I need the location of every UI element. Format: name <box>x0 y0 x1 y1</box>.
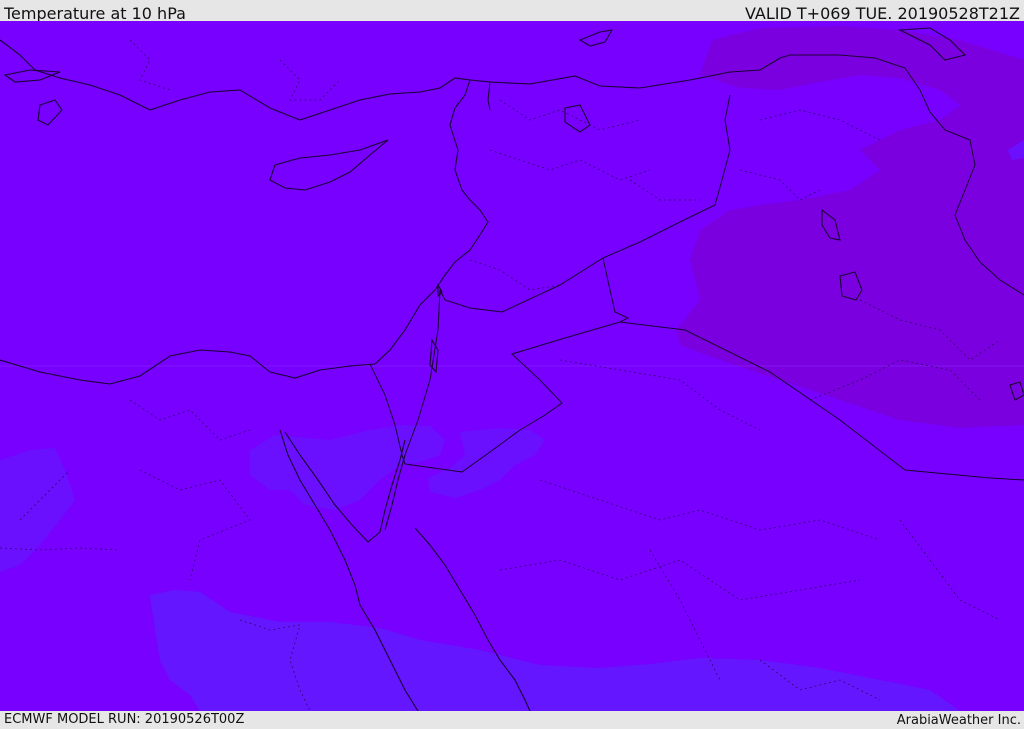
footer-bar: ECMWF MODEL RUN: 20190526T00Z ArabiaWeat… <box>0 711 1024 729</box>
header-bar: Temperature at 10 hPa VALID T+069 TUE. 2… <box>0 0 1024 23</box>
model-run: ECMWF MODEL RUN: 20190526T00Z <box>4 712 245 727</box>
map-canvas <box>0 21 1024 711</box>
temperature-map <box>0 21 1024 711</box>
credit-label: ArabiaWeather Inc. <box>896 713 1021 728</box>
